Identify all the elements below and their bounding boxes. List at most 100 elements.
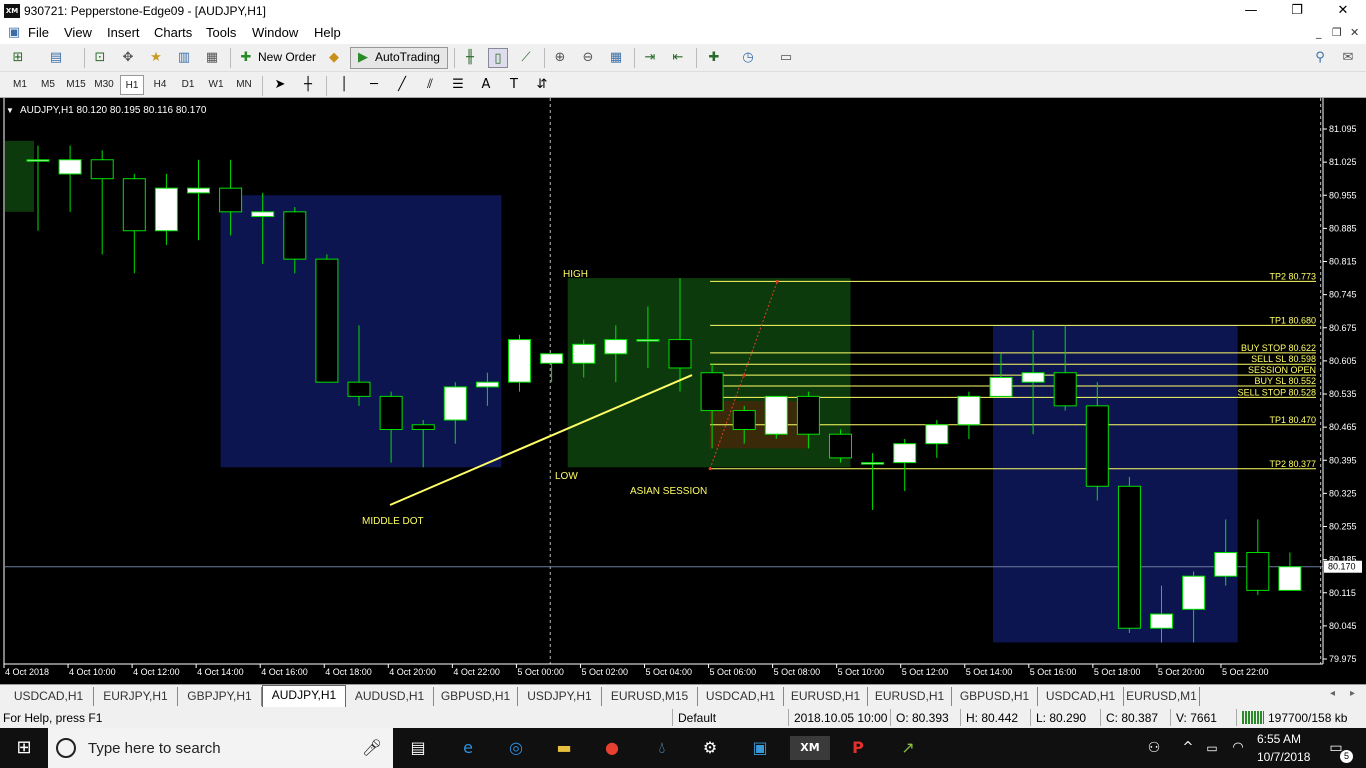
timeframe-m30[interactable]: M30: [92, 75, 116, 95]
mdi-minimize-button[interactable]: _: [1316, 26, 1322, 39]
taskbar-date[interactable]: 10/7/2018: [1257, 750, 1310, 764]
periods-icon[interactable]: ◷: [738, 48, 758, 68]
horizontal-line-icon[interactable]: ─: [364, 75, 384, 95]
chart-tab[interactable]: AUDUSD,H1: [346, 687, 434, 706]
chart-tab[interactable]: USDCAD,H1: [698, 687, 784, 706]
chat-icon[interactable]: ✉: [1338, 48, 1358, 68]
candle-body[interactable]: [925, 424, 949, 445]
candle-body[interactable]: [315, 258, 339, 383]
tabs-scroll-left-icon[interactable]: ◂: [1330, 688, 1335, 699]
candle-body[interactable]: [732, 410, 756, 430]
timeframe-h4[interactable]: H4: [148, 75, 172, 95]
candle-body[interactable]: [668, 339, 692, 369]
candle-body[interactable]: [154, 187, 178, 232]
candle-body[interactable]: [700, 372, 724, 412]
text-label-icon[interactable]: T: [504, 75, 524, 95]
timeframe-h1[interactable]: H1: [120, 75, 144, 95]
profiles-icon[interactable]: ▤: [46, 48, 66, 68]
candle-body[interactable]: [861, 462, 885, 465]
candle-body[interactable]: [540, 353, 564, 364]
timeframe-w1[interactable]: W1: [204, 75, 228, 95]
chart-tab[interactable]: EURUSD,M15: [602, 687, 698, 706]
timeframe-m15[interactable]: M15: [64, 75, 88, 95]
candle-body[interactable]: [1085, 405, 1109, 487]
timeframe-mn[interactable]: MN: [232, 75, 256, 95]
settings-gear-icon[interactable]: ⚙: [696, 736, 724, 760]
templates-icon[interactable]: ▭: [776, 48, 796, 68]
candle-body[interactable]: [58, 159, 82, 175]
channel-icon[interactable]: ⫽: [420, 75, 440, 95]
candle-body[interactable]: [122, 178, 146, 232]
chart-tab[interactable]: GBPUSD,H1: [952, 687, 1038, 706]
search-icon[interactable]: ⚲: [1310, 48, 1330, 68]
trading-app-icon[interactable]: ↗: [894, 736, 922, 760]
market-watch-icon[interactable]: ⊡: [90, 48, 110, 68]
taskbar-time[interactable]: 6:55 AM: [1257, 732, 1301, 746]
mdi-restore-button[interactable]: ❐: [1332, 26, 1342, 39]
candle-body[interactable]: [508, 339, 531, 383]
data-window-icon[interactable]: ✥: [118, 48, 138, 68]
candle-body[interactable]: [1150, 613, 1173, 629]
menu-insert[interactable]: Insert: [107, 25, 140, 40]
new-chart-icon[interactable]: ⊞: [8, 48, 28, 68]
candle-body[interactable]: [893, 443, 917, 464]
task-view-icon[interactable]: ▤: [404, 736, 432, 760]
ccleaner-icon[interactable]: ◎: [502, 736, 530, 760]
strategy-tester-icon[interactable]: ▦: [202, 48, 222, 68]
candle-body[interactable]: [26, 159, 50, 162]
trendline-icon[interactable]: ╱: [392, 75, 412, 95]
battery-icon[interactable]: ▭: [1198, 736, 1226, 760]
candle-body[interactable]: [90, 159, 114, 180]
candle-body[interactable]: [1021, 372, 1045, 383]
xm-terminal-icon[interactable]: XM: [790, 736, 830, 760]
candle-body[interactable]: [1246, 552, 1270, 591]
new-order-button[interactable]: New Order: [258, 50, 316, 64]
navigator-icon[interactable]: ★: [146, 48, 166, 68]
microphone-icon[interactable]: 🎤︎: [358, 736, 386, 760]
tabs-scroll-right-icon[interactable]: ▸: [1350, 688, 1355, 699]
arrows-icon[interactable]: ⇵: [532, 75, 552, 95]
line-chart-icon[interactable]: ⟋: [516, 48, 536, 68]
candle-body[interactable]: [283, 211, 307, 260]
fibonacci-icon[interactable]: ☰: [448, 75, 468, 95]
candle-body[interactable]: [411, 424, 435, 430]
new-order-icon[interactable]: ✚: [236, 48, 256, 68]
zoom-out-icon[interactable]: ⊖: [578, 48, 598, 68]
candle-body[interactable]: [1214, 552, 1238, 577]
zoom-in-icon[interactable]: ⊕: [550, 48, 570, 68]
autoscroll-icon[interactable]: ⇤: [668, 48, 688, 68]
minimize-button[interactable]: —: [1228, 0, 1274, 22]
candle-body[interactable]: [443, 386, 467, 421]
menu-tools[interactable]: Tools: [206, 25, 236, 40]
chart-tab[interactable]: EURJPY,H1: [94, 687, 178, 706]
indicators-icon[interactable]: ✚: [704, 48, 724, 68]
text-icon[interactable]: A: [476, 75, 496, 95]
timeframe-m1[interactable]: M1: [8, 75, 32, 95]
candle-body[interactable]: [1117, 485, 1141, 629]
terminal-icon[interactable]: ▥: [174, 48, 194, 68]
chart-tab[interactable]: EURUSD,H1: [868, 687, 952, 706]
timeframe-m5[interactable]: M5: [36, 75, 60, 95]
metaeditor-icon[interactable]: ◆: [324, 48, 344, 68]
water-drop-icon[interactable]: 💧︎: [648, 736, 676, 760]
candle-body[interactable]: [219, 187, 243, 213]
candlestick-icon[interactable]: ▯: [488, 48, 508, 68]
maximize-button[interactable]: ❐: [1274, 0, 1320, 22]
bar-chart-icon[interactable]: ╫: [460, 48, 480, 68]
chart-tab[interactable]: USDCAD,H1: [1038, 687, 1124, 706]
taskbar-search-input[interactable]: Type here to search: [88, 740, 221, 757]
candle-body[interactable]: [379, 395, 403, 430]
pepperstone-icon[interactable]: P: [844, 736, 872, 760]
mdi-close-button[interactable]: ✕: [1350, 26, 1359, 39]
vertical-line-icon[interactable]: │: [334, 75, 354, 95]
menu-view[interactable]: View: [64, 25, 92, 40]
chart-shift-icon[interactable]: ⇥: [640, 48, 660, 68]
candle-body[interactable]: [1182, 575, 1206, 610]
people-icon[interactable]: ⚇: [1140, 736, 1168, 760]
candle-body[interactable]: [187, 187, 210, 194]
tile-windows-icon[interactable]: ▦: [606, 48, 626, 68]
edge-browser-icon[interactable]: e: [454, 736, 482, 760]
candle-body[interactable]: [347, 381, 371, 397]
chart-tab[interactable]: EURUSD,H1: [784, 687, 868, 706]
candle-body[interactable]: [572, 343, 596, 364]
